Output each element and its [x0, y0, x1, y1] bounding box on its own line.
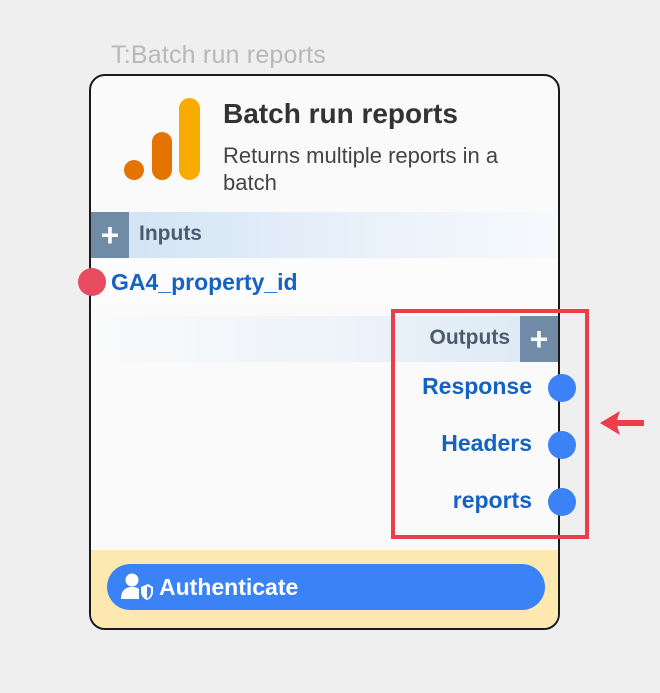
node-title: Batch run reports [223, 98, 458, 129]
node-header: Batch run reports Returns multiple repor… [91, 76, 558, 212]
node-caption: T:Batch run reports [111, 41, 327, 69]
arrow-left-icon [600, 411, 644, 435]
authenticate-label: Authenticate [159, 574, 299, 600]
node-subtitle: Returns multiple reports in a batch [223, 143, 499, 195]
authenticate-button[interactable]: Authenticate [107, 564, 545, 610]
output-port-headers[interactable] [548, 431, 576, 459]
input-label-ga4-property-id: GA4_property_id [111, 269, 298, 295]
node-card[interactable]: Batch run reports Returns multiple repor… [89, 74, 560, 630]
outputs-label: Outputs [429, 326, 510, 349]
input-row-ga4-property-id[interactable]: GA4_property_id [91, 259, 558, 307]
canvas: T:Batch run reports Batch run reports Re… [0, 0, 660, 693]
output-label-headers[interactable]: Headers [441, 430, 532, 457]
add-output-button[interactable]: + [520, 316, 558, 362]
user-shield-icon [121, 573, 153, 600]
add-input-button[interactable]: + [91, 212, 129, 258]
node-footer: Authenticate [91, 550, 558, 628]
output-port-response[interactable] [548, 374, 576, 402]
input-port-ga4-property-id[interactable] [78, 268, 106, 296]
output-port-reports[interactable] [548, 488, 576, 516]
google-analytics-logo-icon [124, 98, 200, 180]
output-label-reports[interactable]: reports [453, 487, 532, 514]
output-label-response[interactable]: Response [422, 373, 532, 400]
inputs-section-bar: + Inputs [91, 212, 558, 258]
outputs-section-bar: Outputs + [91, 316, 558, 362]
inputs-label: Inputs [139, 222, 202, 245]
